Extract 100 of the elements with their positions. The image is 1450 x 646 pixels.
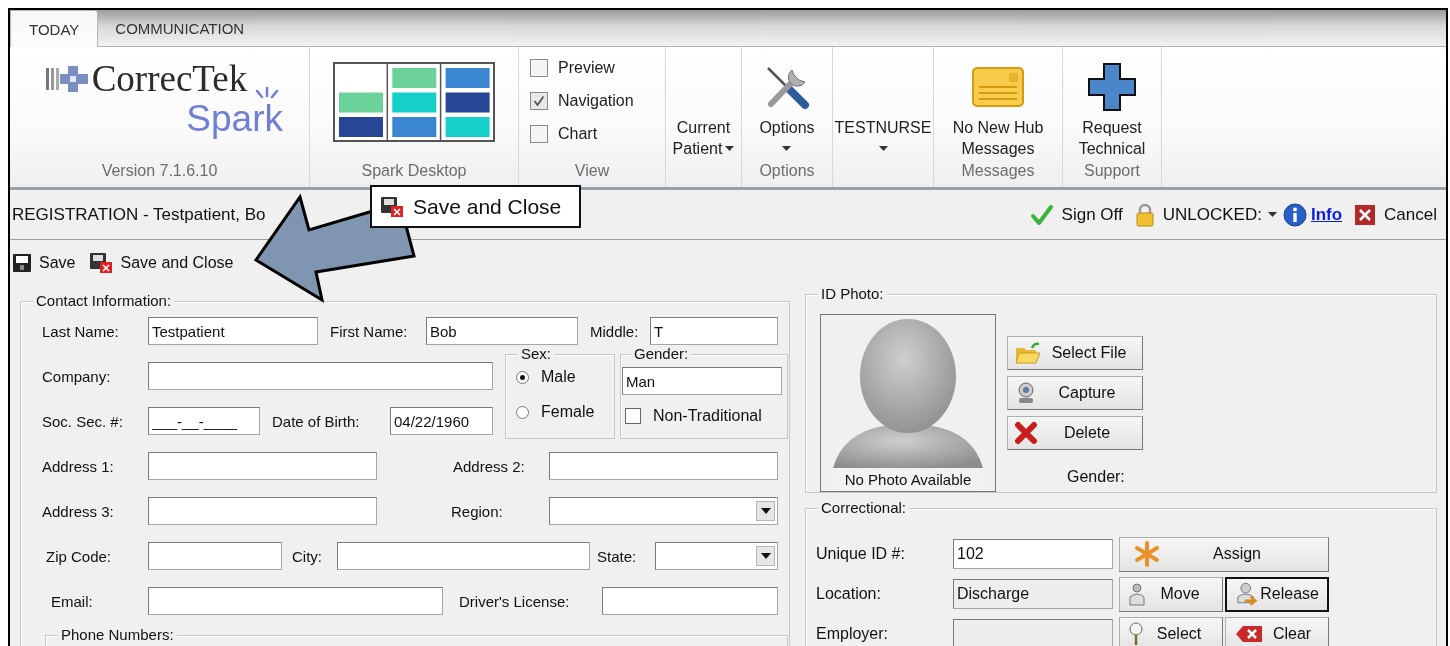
folder-icon xyxy=(1014,341,1042,365)
asterisk-icon xyxy=(1134,541,1160,567)
checkbox-label: Preview xyxy=(558,59,615,77)
ribbon-button[interactable]: Current Patient xyxy=(672,57,735,159)
text-field[interactable]: ___-__-____ xyxy=(148,407,260,435)
logo-mark-icon xyxy=(45,64,90,94)
desktop-layout-icon xyxy=(333,62,495,142)
dropdown-button[interactable]: UNLOCKED: xyxy=(1134,202,1277,227)
brand-name: CorrecTek xyxy=(91,59,248,99)
text-field[interactable]: Man xyxy=(622,367,782,395)
form-button[interactable]: Capture xyxy=(1007,376,1143,410)
field-label: Address 2: xyxy=(453,457,526,475)
field-label: Address 3: xyxy=(42,502,115,520)
field-label: Email: xyxy=(51,592,94,610)
ribbon-button[interactable]: Options xyxy=(759,57,815,159)
form-button[interactable]: Select File xyxy=(1007,336,1143,370)
text-field[interactable] xyxy=(148,362,493,390)
option-label: Male xyxy=(541,368,576,386)
ribbon-button[interactable]: TESTNURSE xyxy=(834,57,932,159)
checkbox-label: Navigation xyxy=(558,92,634,110)
form-button[interactable]: Select xyxy=(1119,616,1223,646)
caret-icon xyxy=(782,146,792,151)
field-label: Driver's License: xyxy=(459,592,571,610)
text-field[interactable] xyxy=(549,452,778,480)
floppy-disk-close-icon xyxy=(89,252,114,274)
text-field[interactable] xyxy=(602,587,778,615)
ribbon-button[interactable]: Request Technical xyxy=(1078,57,1146,159)
product-name: Spark xyxy=(186,99,283,139)
checkbox[interactable] xyxy=(530,92,548,110)
ribbon-tab[interactable]: COMMUNICATION xyxy=(98,10,262,46)
padlock-icon xyxy=(1134,202,1155,227)
close-icon xyxy=(1354,203,1377,226)
group-label: Version 7.1.6.10 xyxy=(100,161,219,181)
action-button[interactable]: Sign Off xyxy=(1029,203,1123,226)
text-field[interactable]: Testpatient xyxy=(148,317,318,345)
text-field[interactable] xyxy=(148,587,443,615)
form-button[interactable]: Clear xyxy=(1225,616,1329,646)
checkmark-icon xyxy=(1029,203,1054,226)
action-button[interactable]: Cancel xyxy=(1354,203,1437,226)
form-button[interactable]: Release xyxy=(1225,576,1329,612)
field-label: Soc. Sec. #: xyxy=(42,412,124,430)
checkbox[interactable] xyxy=(530,125,548,143)
field-label: Region: xyxy=(451,502,504,520)
checkbox[interactable] xyxy=(530,59,548,77)
field-label: Address 1: xyxy=(42,457,115,475)
text-field[interactable] xyxy=(337,542,590,570)
text-field[interactable] xyxy=(148,542,282,570)
tooltip-text: Save and Close xyxy=(413,194,562,219)
text-field[interactable]: Bob xyxy=(426,317,578,345)
checkbox-label: Chart xyxy=(558,125,598,143)
field-label: State: xyxy=(597,547,638,565)
dropdown-field[interactable] xyxy=(655,542,778,570)
form-button[interactable]: Assign xyxy=(1119,536,1329,572)
dropdown-arrow-icon xyxy=(760,553,771,559)
text-field[interactable]: T xyxy=(650,317,778,345)
form-button[interactable]: Delete xyxy=(1007,416,1143,450)
checkbox-label: Non-Traditional xyxy=(653,407,762,425)
info-icon xyxy=(1282,202,1307,227)
text-field[interactable] xyxy=(148,452,377,480)
caret-icon xyxy=(725,146,735,151)
cross-icon xyxy=(1087,62,1137,112)
field-label: Gender: xyxy=(1067,468,1125,486)
field-label: Zip Code: xyxy=(46,547,113,565)
option-label: Female xyxy=(541,403,595,421)
text-field[interactable] xyxy=(953,619,1113,646)
delete-icon xyxy=(1014,421,1038,445)
field-label: Date of Birth: xyxy=(272,412,361,430)
form-button[interactable]: Move xyxy=(1119,576,1223,612)
radio-button[interactable] xyxy=(516,370,529,384)
floppy-disk-close-icon xyxy=(380,195,404,218)
dropdown-arrow-icon xyxy=(760,508,771,514)
field-label: Middle: xyxy=(590,322,640,340)
ribbon-tab[interactable]: TODAY xyxy=(10,10,99,47)
toolbar-button[interactable]: Save and Close xyxy=(89,252,234,274)
field-label: Unique ID #: xyxy=(816,545,906,563)
text-field[interactable]: Discharge xyxy=(953,579,1113,609)
checkbox[interactable] xyxy=(625,408,641,424)
group-label: View xyxy=(573,161,611,181)
group-label: Support xyxy=(1082,161,1141,181)
field-label: First Name: xyxy=(330,322,409,340)
group-label: Options xyxy=(758,161,816,181)
text-field[interactable]: 102 xyxy=(953,539,1113,569)
window-title: REGISTRATION - Testpatient, Bo xyxy=(12,204,266,225)
group-label: Spark Desktop xyxy=(360,161,468,181)
dropdown-field[interactable] xyxy=(549,497,778,525)
group-label: Messages xyxy=(960,161,1036,181)
field-label: Company: xyxy=(42,367,112,385)
info-link[interactable]: Info xyxy=(1310,204,1343,225)
ribbon-button[interactable]: No New Hub Messages xyxy=(952,57,1044,159)
field-label: Last Name: xyxy=(42,322,120,340)
person-icon xyxy=(1128,582,1146,606)
caret-icon xyxy=(1267,212,1277,217)
text-field[interactable]: 04/22/1960 xyxy=(390,407,493,435)
toolbar-button[interactable]: Save xyxy=(12,253,76,273)
radio-button[interactable] xyxy=(516,405,529,419)
field-label: Location: xyxy=(816,585,882,603)
text-field[interactable] xyxy=(148,497,377,525)
caret-icon xyxy=(878,146,888,151)
backspace-icon xyxy=(1234,623,1264,645)
field-label: City: xyxy=(292,547,323,565)
